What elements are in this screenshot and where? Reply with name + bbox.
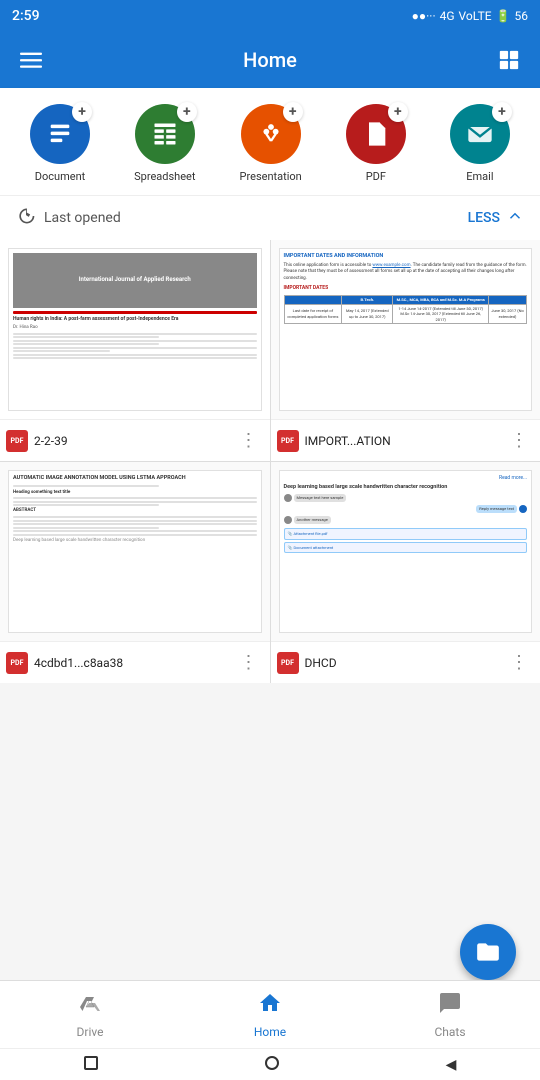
- app-bar: Home: [0, 32, 540, 88]
- file-more-button[interactable]: ⋮: [236, 428, 262, 453]
- file-footer: PDF IMPORT...ATION ⋮: [271, 420, 540, 461]
- file-thumbnail: AUTOMATIC IMAGE ANNOTATION MODEL USING L…: [0, 462, 270, 642]
- status-icons: ●●··· 4G VoLTE 🔋 56: [412, 9, 528, 23]
- file-thumbnail: International Journal of Applied Researc…: [0, 240, 270, 420]
- quick-action-presentation[interactable]: + Presentation: [240, 104, 302, 183]
- document-label: Document: [35, 170, 85, 183]
- back-button[interactable]: ◀: [446, 1056, 457, 1073]
- quick-action-document[interactable]: + Document: [30, 104, 90, 183]
- circle-icon: [265, 1056, 279, 1070]
- chevron-up-icon: [506, 207, 524, 229]
- volte-icon: VoLTE: [459, 9, 492, 23]
- quick-action-pdf[interactable]: PDF + PDF: [346, 104, 406, 183]
- grid-view-button[interactable]: [492, 43, 526, 77]
- home-icon: [258, 991, 282, 1021]
- file-more-button[interactable]: ⋮: [506, 428, 532, 453]
- home-label: Home: [254, 1025, 286, 1039]
- quick-actions: + Document + Spreadsheet + Presentation …: [0, 88, 540, 195]
- app-bar-actions: [492, 43, 526, 77]
- signal-icon: ●●···: [412, 9, 436, 23]
- document-add-badge: +: [72, 102, 92, 122]
- pdf-file-icon: PDF: [6, 652, 28, 674]
- triangle-icon: ◀: [446, 1056, 457, 1072]
- email-add-badge: +: [492, 102, 512, 122]
- file-name: 2-2-39: [34, 434, 68, 448]
- pdf-label: PDF: [366, 170, 386, 183]
- pdf-add-badge: +: [388, 102, 408, 122]
- file-thumbnail: IMPORTANT DATES AND INFORMATION This onl…: [271, 240, 540, 420]
- menu-button[interactable]: [14, 43, 48, 77]
- pdf-file-icon: PDF: [277, 430, 299, 452]
- quick-action-spreadsheet[interactable]: + Spreadsheet: [134, 104, 195, 183]
- app-title: Home: [243, 48, 297, 72]
- file-thumbnail: Read more... Deep learning based large s…: [271, 462, 540, 642]
- email-label: Email: [466, 170, 493, 183]
- nav-drive[interactable]: Drive: [0, 991, 180, 1039]
- battery-icon: 🔋: [496, 9, 511, 23]
- file-more-button[interactable]: ⋮: [236, 650, 262, 675]
- presentation-label: Presentation: [240, 170, 302, 183]
- svg-text:PDF: PDF: [370, 133, 383, 141]
- section-header: Last opened LESS: [0, 195, 540, 240]
- nav-home[interactable]: Home: [180, 991, 360, 1039]
- chats-label: Chats: [434, 1025, 465, 1039]
- file-footer: PDF 4cdbd1...c8aa38 ⋮: [0, 642, 270, 683]
- recent-apps-button[interactable]: [84, 1056, 98, 1073]
- nav-chats[interactable]: Chats: [360, 991, 540, 1039]
- less-button[interactable]: LESS: [468, 207, 524, 229]
- presentation-add-badge: +: [283, 102, 303, 122]
- android-nav: ◀: [0, 1048, 540, 1080]
- file-card[interactable]: Read more... Deep learning based large s…: [271, 462, 540, 683]
- drive-icon: [78, 991, 102, 1021]
- file-name: IMPORT...ATION: [305, 434, 391, 448]
- battery-level: 56: [515, 9, 529, 23]
- spreadsheet-label: Spreadsheet: [134, 170, 195, 183]
- fab-button[interactable]: [460, 924, 516, 980]
- section-label: Last opened: [44, 210, 121, 226]
- file-card[interactable]: IMPORTANT DATES AND INFORMATION This onl…: [271, 240, 540, 461]
- file-card[interactable]: AUTOMATIC IMAGE ANNOTATION MODEL USING L…: [0, 462, 270, 683]
- bottom-nav: Drive Home Chats: [0, 980, 540, 1048]
- section-header-left: Last opened: [16, 206, 121, 230]
- drive-label: Drive: [77, 1025, 104, 1039]
- home-button[interactable]: [265, 1056, 279, 1073]
- less-label: LESS: [468, 210, 500, 226]
- network-type: 4G: [440, 9, 455, 23]
- file-more-button[interactable]: ⋮: [506, 650, 532, 675]
- file-name: 4cdbd1...c8aa38: [34, 656, 123, 670]
- chats-icon: [438, 991, 462, 1021]
- file-footer: PDF DHCD ⋮: [271, 642, 540, 683]
- spreadsheet-add-badge: +: [177, 102, 197, 122]
- pdf-file-icon: PDF: [6, 430, 28, 452]
- quick-action-email[interactable]: + Email: [450, 104, 510, 183]
- status-time: 2:59: [12, 8, 40, 24]
- file-card[interactable]: International Journal of Applied Researc…: [0, 240, 270, 461]
- square-icon: [84, 1056, 98, 1070]
- status-bar: 2:59 ●●··· 4G VoLTE 🔋 56: [0, 0, 540, 32]
- files-grid: International Journal of Applied Researc…: [0, 240, 540, 683]
- file-name: DHCD: [305, 656, 337, 670]
- pdf-file-icon: PDF: [277, 652, 299, 674]
- file-footer: PDF 2-2-39 ⋮: [0, 420, 270, 461]
- history-icon: [16, 206, 36, 230]
